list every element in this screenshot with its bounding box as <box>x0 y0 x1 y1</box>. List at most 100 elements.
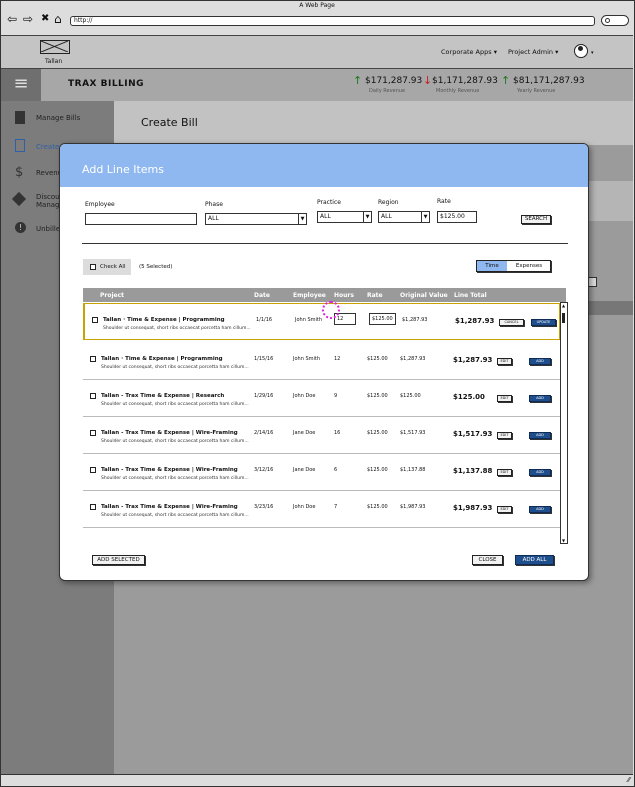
cancel-button[interactable]: CANCEL <box>499 319 524 326</box>
app-title: TRAX BILLING <box>68 79 145 89</box>
tab-time[interactable]: Time <box>477 261 507 271</box>
table-row[interactable]: Tallan · Time & Expense | Programming Sho… <box>83 343 560 380</box>
page-title: Create Bill <box>141 116 198 129</box>
add-button[interactable]: ADD <box>529 432 551 439</box>
check-all-checkbox[interactable] <box>90 264 96 270</box>
row-line-total: $1,287.93 <box>453 356 493 364</box>
rate-label: Rate <box>437 198 451 205</box>
row-project: Tallan - Trax Time & Expense | Wire-Fram… <box>101 467 238 473</box>
sidebar-item-discounts[interactable]: Discou <box>36 193 60 201</box>
row-original-value: $125.00 <box>400 393 421 399</box>
add-button[interactable]: ADD <box>529 395 551 402</box>
row-checkbox[interactable] <box>90 504 96 510</box>
phase-select[interactable]: ALL ▼ <box>205 213 307 225</box>
edit-button[interactable]: EDIT <box>497 506 512 513</box>
row-description: Shoulder ut consequat, short ribs occaec… <box>101 513 249 518</box>
table-scrollbar[interactable]: ▲ ▼ <box>560 302 568 544</box>
yearly-revenue-label: Yearly Revenue <box>517 88 556 94</box>
row-project: Tallan - Trax Time & Expense | Wire-Fram… <box>101 504 238 510</box>
row-project: Tallan · Time & Expense | Programming <box>103 317 225 323</box>
user-icon <box>578 46 583 51</box>
row-line-total: $1,517.93 <box>453 430 493 438</box>
home-icon[interactable]: ⌂ <box>54 12 62 26</box>
scroll-down-icon[interactable]: ▼ <box>562 538 565 543</box>
row-employee: Jane Doe <box>293 430 316 436</box>
edit-button[interactable]: EDIT <box>497 395 512 402</box>
url-input[interactable]: http:// <box>70 16 595 26</box>
employee-label: Employee <box>85 201 115 208</box>
row-rate-input[interactable]: $125.00 <box>369 313 396 325</box>
app-header: Tallan Corporate Apps ▾ Project Admin ▾ … <box>1 35 633 69</box>
row-description: Shoulder ut consequat, short ribs occaec… <box>101 402 249 407</box>
close-button[interactable]: CLOSE <box>472 555 503 565</box>
add-line-items-modal: Add Line Items Employee Phase ALL ▼ Pract… <box>59 143 589 581</box>
column-header: Rate <box>367 292 383 299</box>
table-row[interactable]: Tallan - Trax Time & Expense | Research S… <box>83 380 560 417</box>
row-line-total: $1,987.93 <box>453 504 493 512</box>
row-line-total: $1,137.88 <box>453 467 493 475</box>
search-icon <box>605 18 610 23</box>
row-hours: 6 <box>334 467 338 473</box>
scroll-thumb[interactable] <box>562 313 565 323</box>
add-button[interactable]: ADD <box>529 469 551 476</box>
table-row[interactable]: Tallan - Trax Time & Expense | Wire-Fram… <box>83 491 560 528</box>
window-title: A Web Page <box>299 2 335 9</box>
chevron-down-icon: ▼ <box>363 212 371 222</box>
down-arrow-icon: ↓ <box>423 74 433 87</box>
table-row[interactable]: Tallan - Trax Time & Expense | Wire-Fram… <box>83 454 560 491</box>
tab-expenses[interactable]: Expenses <box>508 261 550 271</box>
selected-count: (5 Selected) <box>139 264 173 270</box>
row-checkbox[interactable] <box>90 393 96 399</box>
column-header: Project <box>100 292 125 299</box>
project-admin-menu[interactable]: Project Admin ▾ <box>508 48 558 56</box>
dollar-icon: $ <box>15 165 24 180</box>
avatar-chevron-down-icon[interactable]: ▾ <box>591 50 594 56</box>
column-header: Hours <box>334 292 354 299</box>
row-date: 1/29/16 <box>254 393 274 399</box>
row-employee: John Doe <box>293 393 316 399</box>
employee-input[interactable] <box>85 213 197 225</box>
corporate-apps-menu[interactable]: Corporate Apps ▾ <box>441 48 497 56</box>
check-all-box[interactable]: Check All <box>83 259 131 275</box>
row-project: Tallan - Trax Time & Expense | Wire-Fram… <box>101 430 238 436</box>
edit-button[interactable]: EDIT <box>497 432 512 439</box>
row-description: Shoulder ut consequat, short ribs occaec… <box>101 365 249 370</box>
row-employee: John Doe <box>293 504 316 510</box>
practice-label: Practice <box>317 199 341 206</box>
add-all-button[interactable]: ADD ALL <box>515 555 554 565</box>
practice-select[interactable]: ALL ▼ <box>317 211 372 223</box>
row-rate: $125.00 <box>367 504 388 510</box>
row-hours: 9 <box>334 393 338 399</box>
row-original-value: $1,137.88 <box>400 467 426 473</box>
add-selected-button[interactable]: ADD SELECTED <box>92 555 145 565</box>
edit-button[interactable]: EDIT <box>497 358 512 365</box>
edit-button[interactable]: EDIT <box>497 469 512 476</box>
row-checkbox[interactable] <box>90 467 96 473</box>
close-icon[interactable]: ✖ <box>41 12 49 26</box>
table-row[interactable]: Tallan - Trax Time & Expense | Wire-Fram… <box>83 417 560 454</box>
row-checkbox[interactable] <box>90 430 96 436</box>
region-select[interactable]: ALL ▼ <box>378 211 430 223</box>
add-button[interactable]: ADD <box>529 506 551 513</box>
line-items-table: Tallan · Time & Expense | Programming Sho… <box>83 302 560 542</box>
logo-text: Tallan <box>45 58 63 65</box>
search-button[interactable]: SEARCH <box>521 215 551 224</box>
row-checkbox[interactable] <box>90 356 96 362</box>
browser-search-button[interactable] <box>601 15 629 26</box>
back-icon[interactable]: ⇦ <box>7 12 17 26</box>
forward-icon[interactable]: ⇨ <box>23 12 33 26</box>
resize-grip-icon[interactable]: ⁄⁄ <box>628 776 630 784</box>
background-panel <box>589 181 633 221</box>
hamburger-menu-icon[interactable]: ≡ <box>1 69 41 101</box>
sidebar-item-create[interactable]: Create <box>36 143 59 151</box>
sidebar-item-unbilled[interactable]: Unbille <box>36 225 60 233</box>
rate-input[interactable]: $125.00 <box>437 211 477 223</box>
row-hours: 12 <box>334 356 341 362</box>
avatar[interactable] <box>574 44 588 58</box>
scroll-up-icon[interactable]: ▲ <box>562 303 565 308</box>
add-button[interactable]: ADD <box>529 358 551 365</box>
row-date: 1/15/16 <box>254 356 274 362</box>
sidebar-item-manage-bills[interactable]: Manage Bills <box>36 114 80 122</box>
update-button[interactable]: UPDATE <box>531 319 556 326</box>
row-checkbox[interactable] <box>92 317 98 323</box>
